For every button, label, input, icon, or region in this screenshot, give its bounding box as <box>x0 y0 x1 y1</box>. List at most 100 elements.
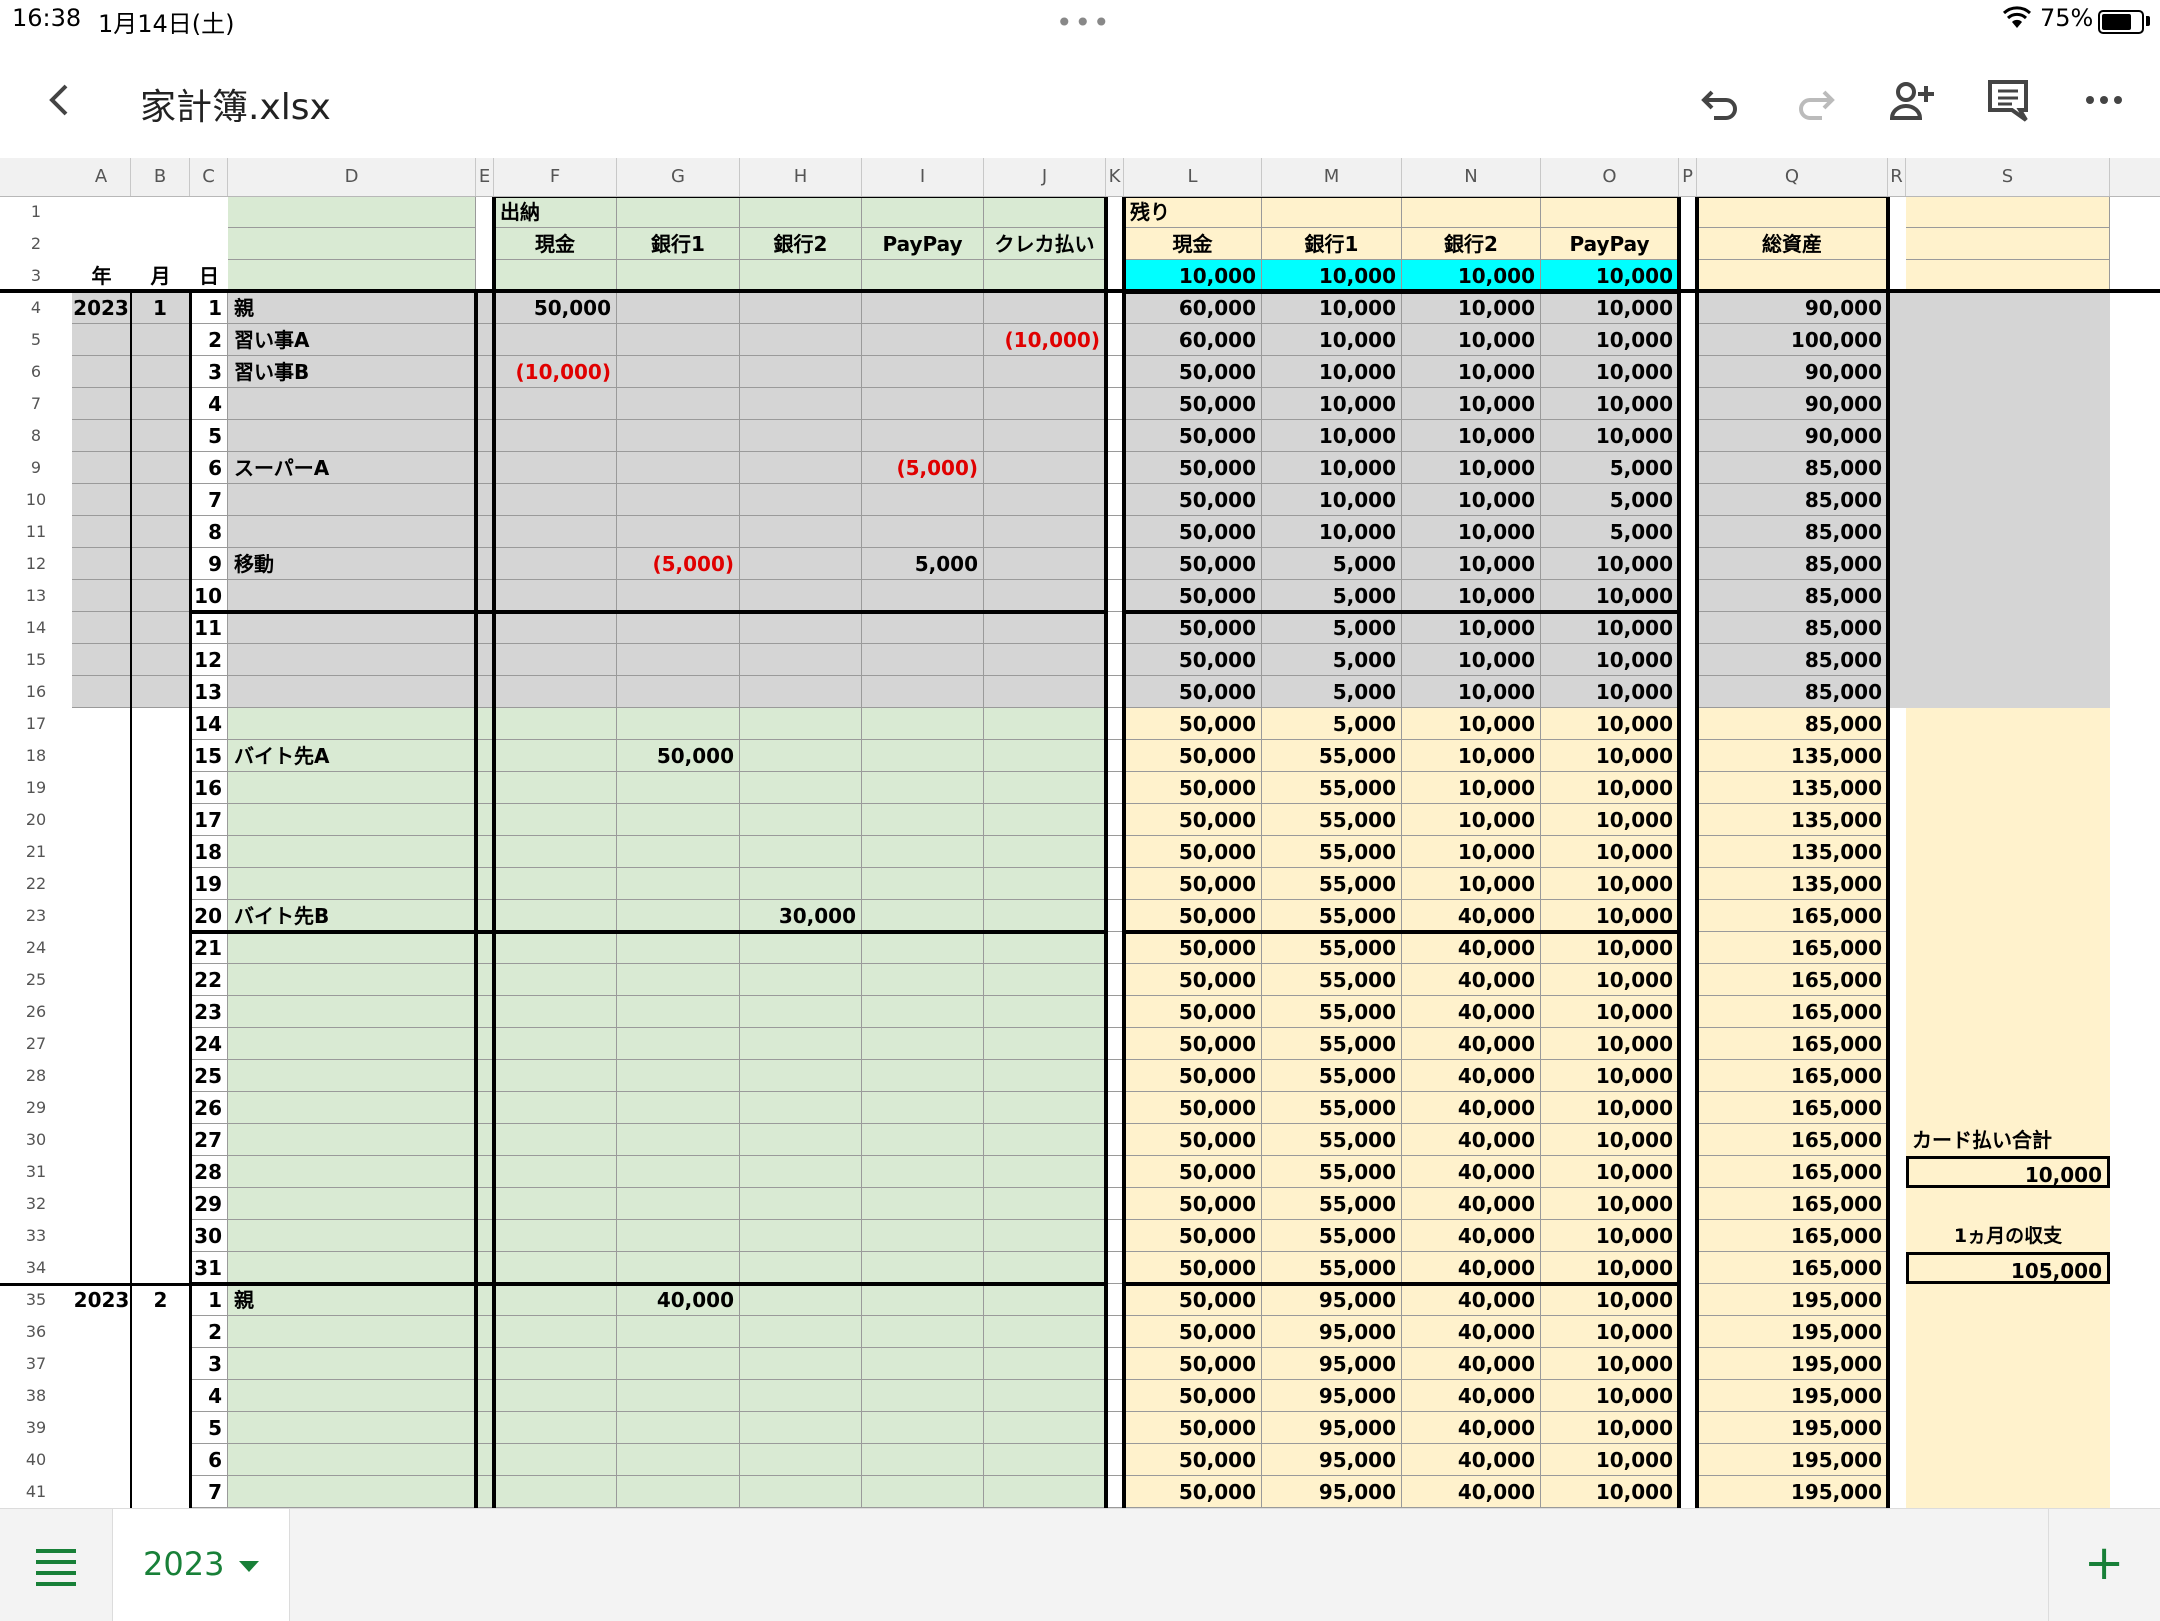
side-cell[interactable] <box>1906 996 2110 1028</box>
remain-cell-n[interactable]: 40,000 <box>1402 1060 1541 1092</box>
io-cell-g[interactable] <box>617 932 740 964</box>
description-cell[interactable] <box>228 484 476 516</box>
io-cell-j[interactable] <box>984 1380 1106 1412</box>
spacer-cell[interactable] <box>1888 1156 1906 1188</box>
column-header-E[interactable]: E <box>476 158 494 196</box>
side-cell[interactable] <box>1906 548 2110 580</box>
remain-cell-l[interactable]: 50,000 <box>1124 964 1262 996</box>
description-cell[interactable] <box>228 996 476 1028</box>
header-total[interactable]: 総資産 <box>1697 228 1888 260</box>
io-cell-f[interactable] <box>494 1156 617 1188</box>
spacer-cell[interactable] <box>1888 964 1906 996</box>
io-cell-h[interactable] <box>740 1220 862 1252</box>
total-cell[interactable]: 195,000 <box>1697 1412 1888 1444</box>
description-cell[interactable] <box>228 804 476 836</box>
remain-cell-n[interactable]: 40,000 <box>1402 996 1541 1028</box>
spacer-cell[interactable] <box>1888 548 1906 580</box>
io-cell-j[interactable] <box>984 1252 1106 1284</box>
day-cell[interactable]: 27 <box>190 1124 228 1156</box>
io-cell-j[interactable] <box>984 868 1106 900</box>
year-cell[interactable] <box>72 1156 131 1188</box>
row-header[interactable]: 6 <box>0 356 72 388</box>
month-cell[interactable] <box>131 356 190 388</box>
spacer-cell[interactable] <box>1888 1348 1906 1380</box>
remain-cell-o[interactable]: 10,000 <box>1541 324 1679 356</box>
header-year[interactable]: 年 <box>72 260 131 292</box>
io-cell-j[interactable] <box>984 356 1106 388</box>
io-cell-f[interactable] <box>494 1444 617 1476</box>
io-cell-g[interactable] <box>617 356 740 388</box>
remain-cell-l[interactable]: 50,000 <box>1124 420 1262 452</box>
total-cell[interactable]: 135,000 <box>1697 740 1888 772</box>
total-cell[interactable]: 135,000 <box>1697 868 1888 900</box>
remain-cell-n[interactable]: 40,000 <box>1402 932 1541 964</box>
remain-cell-o[interactable]: 10,000 <box>1541 1092 1679 1124</box>
io-cell-f[interactable] <box>494 836 617 868</box>
io-cell-i[interactable] <box>862 1476 984 1508</box>
day-cell[interactable]: 6 <box>190 1444 228 1476</box>
spacer-cell[interactable] <box>1888 484 1906 516</box>
month-cell[interactable] <box>131 1028 190 1060</box>
remain-cell-l[interactable]: 50,000 <box>1124 612 1262 644</box>
io-cell-j[interactable] <box>984 996 1106 1028</box>
remain-cell-n[interactable]: 40,000 <box>1402 1316 1541 1348</box>
description-cell[interactable] <box>228 708 476 740</box>
io-cell-i[interactable] <box>862 1220 984 1252</box>
month-cell[interactable] <box>131 868 190 900</box>
io-cell-h[interactable] <box>740 420 862 452</box>
row-header[interactable]: 34 <box>0 1252 72 1284</box>
header-cell[interactable] <box>862 260 984 292</box>
io-cell-h[interactable] <box>740 964 862 996</box>
remain-cell-l[interactable]: 50,000 <box>1124 1092 1262 1124</box>
remain-cell-o[interactable]: 10,000 <box>1541 1028 1679 1060</box>
row-header[interactable]: 5 <box>0 324 72 356</box>
remain-cell-n[interactable]: 10,000 <box>1402 324 1541 356</box>
row-header[interactable]: 3 <box>0 260 72 292</box>
remain-cell-n[interactable]: 40,000 <box>1402 1028 1541 1060</box>
remain-cell-mm[interactable]: 5,000 <box>1262 548 1402 580</box>
remain-cell-n[interactable]: 40,000 <box>1402 964 1541 996</box>
side-cell[interactable] <box>1906 516 2110 548</box>
spacer-cell[interactable] <box>1888 1028 1906 1060</box>
io-cell-g[interactable] <box>617 644 740 676</box>
blank-cell[interactable] <box>72 196 131 228</box>
side-cell[interactable] <box>1906 964 2110 996</box>
total-cell[interactable]: 85,000 <box>1697 580 1888 612</box>
day-cell[interactable]: 1 <box>190 292 228 324</box>
io-cell-j[interactable] <box>984 1220 1106 1252</box>
spacer-cell[interactable] <box>1888 516 1906 548</box>
io-cell-f[interactable] <box>494 324 617 356</box>
io-cell-g[interactable] <box>617 1412 740 1444</box>
total-cell[interactable]: 165,000 <box>1697 900 1888 932</box>
io-cell-i[interactable] <box>862 1316 984 1348</box>
remain-cell-mm[interactable]: 95,000 <box>1262 1284 1402 1316</box>
io-cell-h[interactable] <box>740 1284 862 1316</box>
remain-cell-l[interactable]: 50,000 <box>1124 1348 1262 1380</box>
description-cell[interactable] <box>228 964 476 996</box>
total-cell[interactable]: 100,000 <box>1697 324 1888 356</box>
remain-cell-l[interactable]: 50,000 <box>1124 804 1262 836</box>
month-cell[interactable] <box>131 900 190 932</box>
io-cell-g[interactable]: (5,000) <box>617 548 740 580</box>
io-cell-f[interactable] <box>494 1060 617 1092</box>
remain-cell-mm[interactable]: 5,000 <box>1262 580 1402 612</box>
year-cell[interactable] <box>72 964 131 996</box>
io-cell-j[interactable] <box>984 1284 1106 1316</box>
year-cell[interactable]: 2023 <box>72 292 131 324</box>
io-cell-i[interactable] <box>862 1252 984 1284</box>
row-header[interactable]: 14 <box>0 612 72 644</box>
day-cell[interactable]: 25 <box>190 1060 228 1092</box>
io-cell-i[interactable] <box>862 772 984 804</box>
year-cell[interactable] <box>72 1124 131 1156</box>
io-cell-g[interactable] <box>617 1348 740 1380</box>
total-cell[interactable]: 135,000 <box>1697 804 1888 836</box>
month-cell[interactable] <box>131 1444 190 1476</box>
month-cell[interactable] <box>131 1188 190 1220</box>
remain-cell-o[interactable]: 10,000 <box>1541 740 1679 772</box>
side-cell[interactable] <box>1906 676 2110 708</box>
row-header[interactable]: 27 <box>0 1028 72 1060</box>
total-cell[interactable]: 195,000 <box>1697 1476 1888 1508</box>
remain-cell-n[interactable]: 10,000 <box>1402 388 1541 420</box>
column-header-D[interactable]: D <box>228 158 476 196</box>
day-cell[interactable]: 26 <box>190 1092 228 1124</box>
